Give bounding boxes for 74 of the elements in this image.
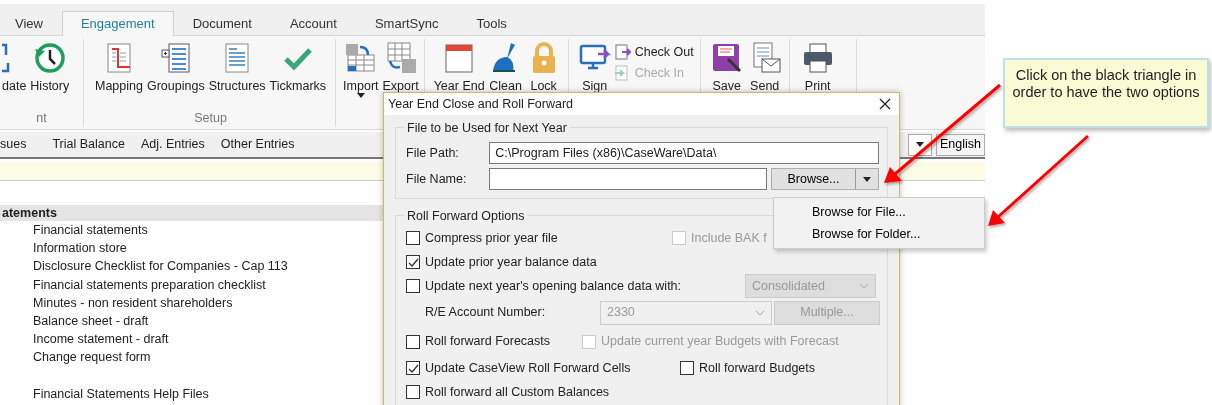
document-link[interactable]: Minutes - non resident shareholders	[33, 295, 233, 310]
ribbon-button[interactable]: Print	[799, 41, 836, 93]
checkbox-label: Update prior year balance data	[425, 253, 597, 271]
ribbon-tab[interactable]: Engagement	[61, 11, 174, 36]
document-link[interactable]: Financial statements	[33, 223, 148, 237]
checkbox-label: Update CaseView Roll Forward Cells	[425, 359, 631, 377]
dialog-title: Year End Close and Roll Forward	[388, 95, 574, 113]
field-label: File Name:	[406, 170, 468, 188]
clock-icon	[32, 41, 67, 75]
dropdown-field[interactable]	[908, 133, 932, 156]
checkbox[interactable]	[406, 231, 420, 245]
ribbon-button[interactable]: Clean	[487, 41, 524, 93]
ribbon-button[interactable]: Structures	[207, 41, 267, 93]
toolbar-tab[interactable]: Adj. Entries	[140, 135, 205, 154]
toolbar-tab[interactable]: Trial Balance	[52, 135, 125, 154]
checkbox-label: Update current year Budgets with Forecast	[601, 333, 839, 351]
checkbox-label: Roll forward Budgets	[699, 359, 816, 377]
document-link[interactable]: Financial statements preparation checklist	[33, 277, 266, 292]
checkbox-label: Update next year's opening balance data with:	[425, 277, 682, 295]
grid-arrow-icon	[343, 41, 378, 75]
callout-note: Click on the black triangle in order to have the two options	[1003, 58, 1209, 128]
checkbox-label: Roll forward Forecasts	[425, 333, 551, 351]
ribbon-button[interactable]: Check Out	[614, 43, 694, 62]
checkbox-label: Compress prior year file	[425, 229, 558, 247]
checkbox[interactable]	[406, 279, 420, 293]
ribbon-button[interactable]: Send	[746, 41, 783, 93]
chevron-icon	[859, 283, 869, 289]
ribbon-button[interactable]: Tickmarks	[268, 41, 328, 93]
toolbar-tab[interactable]: Other Entries	[220, 135, 295, 154]
document-link[interactable]: Income statement - draft	[33, 332, 169, 347]
section-header: atements	[2, 206, 57, 220]
ribbon-button[interactable]: Export	[381, 41, 420, 93]
checkbox[interactable]	[406, 361, 420, 375]
ribbon-button[interactable]: Year End	[432, 41, 486, 93]
caret-icon	[863, 176, 871, 182]
caret-icon	[916, 142, 924, 147]
menu-item[interactable]: Browse for File...	[774, 201, 984, 223]
ribbon-button[interactable]: History	[29, 41, 71, 93]
field-label: File Path:	[406, 144, 460, 162]
ribbon-tab[interactable]: Account	[270, 11, 356, 35]
group-label: Setup	[194, 111, 227, 125]
ribbon-button[interactable]: Mapping	[94, 41, 144, 93]
document-link[interactable]: Balance sheet - draft	[33, 313, 149, 328]
outline-icon	[158, 41, 193, 75]
ribbon-button[interactable]: Groupings	[145, 41, 206, 93]
checkbox[interactable]	[406, 255, 420, 269]
close-icon[interactable]	[879, 98, 891, 110]
document-link[interactable]: Disclosure Checklist for Companies - Cap 113	[33, 259, 288, 274]
chevron-icon	[755, 309, 765, 316]
ribbon-button[interactable]: Lock	[525, 41, 562, 93]
input-field[interactable]: C:\Program Files (x86)\CaseWare\Data\	[489, 142, 879, 164]
menu-item[interactable]: Browse for Folder...	[774, 223, 984, 245]
ribbon-button[interactable]: Save	[708, 41, 745, 93]
bracket-icon	[2, 41, 10, 75]
ribbon-tab[interactable]: View	[0, 11, 62, 35]
ribbon-tab[interactable]: SmartSync	[355, 11, 458, 35]
document-link[interactable]: Financial Statements Help Files	[33, 386, 209, 401]
toolbar-tab[interactable]: sues	[0, 135, 27, 154]
document-link[interactable]: Change request form	[33, 350, 151, 365]
ribbon-button[interactable]: Sign	[576, 41, 613, 93]
ribbon-tab[interactable]: Document	[173, 11, 271, 35]
checkbox[interactable]	[680, 361, 694, 375]
ribbon-button[interactable]: date	[0, 41, 28, 93]
checkbox-label: Include BAK f	[691, 229, 767, 247]
field-label: R/E Account Number:	[425, 305, 546, 320]
group-label: nt	[36, 111, 47, 125]
language-button[interactable]: English	[936, 133, 985, 156]
checkbox[interactable]	[406, 334, 420, 349]
document-link[interactable]: Information store	[33, 241, 127, 256]
ribbon-button[interactable]: Import	[342, 41, 380, 98]
ribbon-tab[interactable]: Tools	[457, 11, 526, 35]
checkbox-label: Roll forward all Custom Balances	[425, 383, 610, 401]
checkbox[interactable]	[406, 385, 420, 399]
input-field[interactable]	[489, 168, 767, 190]
